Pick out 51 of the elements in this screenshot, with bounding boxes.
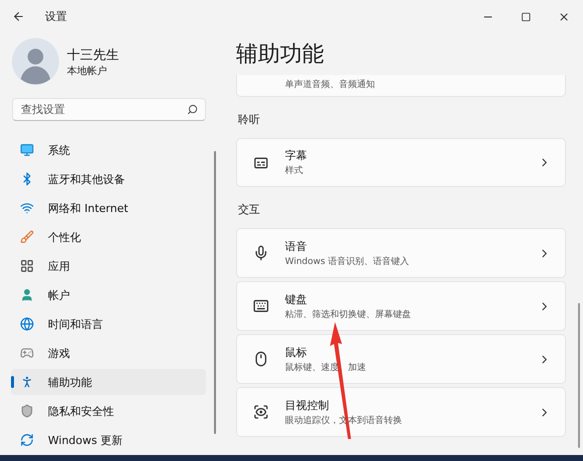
window-title: 设置 [45, 9, 67, 24]
settings-card[interactable]: 单声道音频、音频通知 [236, 75, 566, 97]
monitor-icon [20, 143, 34, 157]
settings-card[interactable]: 语音 Windows 语音识别、语音键入 [236, 228, 566, 278]
keyboard-icon [253, 298, 269, 314]
captions-icon [253, 154, 269, 170]
shield-icon [20, 404, 34, 418]
brush-icon [20, 230, 34, 244]
avatar [12, 38, 59, 85]
wifi-icon [20, 201, 34, 215]
nav-item[interactable]: 帐户 [11, 282, 206, 308]
globe-icon [20, 317, 34, 331]
back-icon[interactable] [12, 10, 25, 23]
maximize-icon [521, 12, 531, 22]
nav-item[interactable]: 网络和 Internet [11, 195, 206, 221]
user-name: 十三先生 [67, 46, 119, 64]
card-subtitle: 样式 [285, 164, 303, 177]
account-type: 本地帐户 [67, 64, 108, 78]
nav-item[interactable]: 应用 [11, 253, 206, 279]
eye-scan-icon [253, 404, 269, 420]
card-title: 字幕 [285, 148, 307, 163]
card-subtitle: 粘滞、筛选和切换键、屏幕键盘 [285, 308, 411, 320]
settings-card[interactable]: 字幕 样式 [236, 138, 566, 187]
section-heading: 聆听 [237, 112, 261, 128]
nav-item[interactable]: 时间和语言 [11, 311, 206, 337]
card-title: 语音 [285, 238, 307, 254]
page-title: 辅助功能 [236, 41, 325, 69]
card-subtitle: 单声道音频、音频通知 [285, 78, 375, 90]
settings-card[interactable]: 键盘 粘滞、筛选和切换键、屏幕键盘 [236, 281, 566, 331]
gamepad-icon [20, 346, 34, 360]
nav-item[interactable]: 系统 [11, 137, 206, 163]
search-icon[interactable] [187, 104, 198, 115]
nav-item[interactable]: 游戏 [11, 340, 206, 366]
card-title: 鼠标 [285, 344, 307, 360]
nav-item[interactable]: 蓝牙和其他设备 [11, 166, 206, 192]
refresh-icon [20, 433, 34, 447]
apps-icon [20, 259, 34, 273]
nav-item[interactable]: 个性化 [11, 224, 206, 250]
person-icon [20, 288, 34, 302]
nav-item[interactable]: 隐私和安全性 [11, 398, 206, 424]
card-title: 键盘 [285, 292, 307, 306]
section-heading: 交互 [237, 202, 261, 218]
accessibility-icon [20, 375, 34, 389]
card-subtitle: Windows 语音识别、语音键入 [285, 256, 410, 268]
close-icon [558, 10, 570, 22]
card-title: 目视控制 [285, 398, 329, 412]
nav-item[interactable]: 辅助功能 [11, 369, 206, 395]
search-field[interactable]: 查找设置 [12, 98, 206, 121]
microphone-icon [253, 245, 269, 261]
nav-item[interactable]: Windows 更新 [11, 427, 206, 453]
mouse-icon [253, 351, 269, 367]
